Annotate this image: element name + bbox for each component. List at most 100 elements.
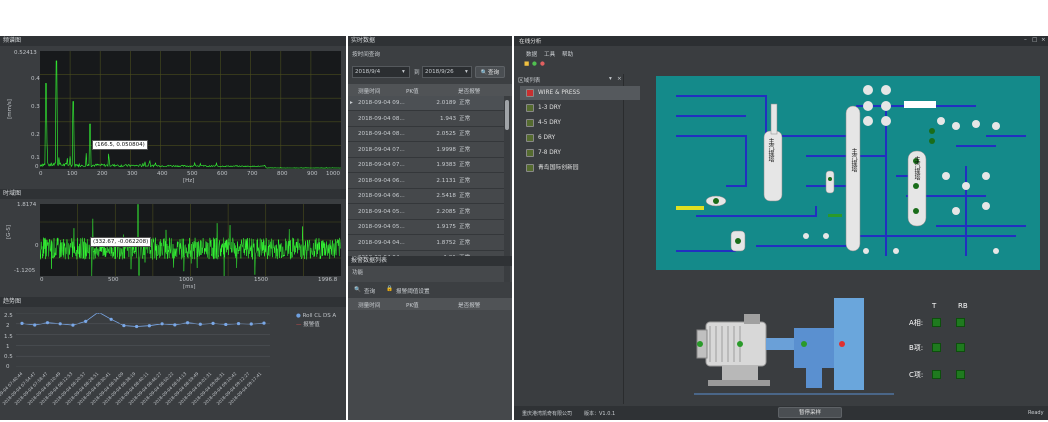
freq-y-unit: [mm/s] bbox=[6, 99, 13, 119]
freq-y-tick: 0.4 bbox=[31, 76, 40, 82]
freq-plot-area[interactable] bbox=[39, 51, 341, 169]
time-x-tick: 1996.8 bbox=[318, 277, 338, 283]
menu-help[interactable]: 帮助 bbox=[562, 50, 573, 58]
freq-panel-title: 频谱图 bbox=[0, 36, 346, 46]
region-status-icon bbox=[526, 89, 534, 97]
lock-icon: 🔒 bbox=[386, 286, 393, 292]
phase-a-label: A相: bbox=[909, 319, 924, 327]
pin-icon[interactable]: ▾ bbox=[609, 76, 612, 82]
col-pk-value[interactable]: PK值 bbox=[406, 87, 419, 95]
freq-x-unit: [Hz] bbox=[183, 178, 195, 184]
region-item[interactable]: 7-8 DRY bbox=[520, 146, 640, 160]
maximize-button[interactable]: □ bbox=[1032, 37, 1037, 43]
freq-x-tick: 1000 bbox=[326, 171, 340, 177]
alarm-table: 测量时间 PK值 是否报警 bbox=[348, 298, 512, 420]
cell-alarm: 正常 bbox=[459, 177, 471, 184]
phase-b-label: B项: bbox=[909, 344, 924, 352]
cell-time: 2018-09-04 04... bbox=[358, 239, 405, 246]
online-titlebar: 在线分析 – □ × bbox=[514, 36, 1048, 46]
date-from-picker[interactable]: 2018/9/4 ▾ bbox=[352, 66, 410, 78]
process-diagram[interactable]: 主汽提塔 主汽提塔 主汽提塔 bbox=[656, 76, 1040, 270]
table-row[interactable]: 2018-09-04 06... 2.1131 正常 bbox=[348, 174, 504, 189]
menu-bar: 数据 工具 帮助 bbox=[514, 48, 1048, 58]
menu-tools[interactable]: 工具 bbox=[544, 50, 555, 58]
freq-panel: 频谱图 0.52413 0.4 0.3 0.2 0.1 0 [mm/s] 0 1… bbox=[0, 36, 346, 188]
search-icon: 🔍 bbox=[354, 287, 361, 293]
region-item-label: 1-3 DRY bbox=[538, 105, 561, 111]
table-row[interactable]: 2018-09-04 05... 1.9175 正常 bbox=[348, 220, 504, 235]
region-item[interactable]: 青岛国际创新园 bbox=[520, 161, 640, 175]
motor-pump-illustration bbox=[694, 298, 894, 395]
table-row[interactable]: 2018-09-04 08... 1.943 正常 bbox=[348, 112, 504, 127]
close-icon[interactable]: × bbox=[617, 76, 622, 82]
scrollbar[interactable] bbox=[504, 96, 510, 282]
alarm-col-alarm[interactable]: 是否报警 bbox=[458, 301, 480, 309]
cell-alarm: 正常 bbox=[459, 162, 471, 168]
col-measure-time[interactable]: 测量时间 bbox=[358, 87, 380, 95]
alarm-query-button[interactable]: 🔍 查询 bbox=[354, 285, 384, 297]
date-from-value: 2018/9/4 bbox=[355, 69, 381, 75]
status-company: 重庆港湾凯奇有限公司 bbox=[522, 411, 573, 417]
date-to-picker[interactable]: 2018/9/26 ▾ bbox=[422, 66, 472, 78]
cell-pk: 1.9998 bbox=[436, 146, 456, 153]
alarm-table-header: 测量时间 PK值 是否报警 bbox=[348, 298, 512, 310]
time-plot-area[interactable] bbox=[39, 204, 342, 277]
menu-data[interactable]: 数据 bbox=[526, 50, 537, 58]
freq-y-max: 0.52413 bbox=[14, 50, 37, 56]
lamp-header-t: T bbox=[932, 302, 937, 310]
time-x-tick: 0 bbox=[40, 277, 44, 283]
alarm-col-time[interactable]: 测量时间 bbox=[358, 301, 380, 309]
cell-pk: 2.5418 bbox=[436, 193, 456, 199]
time-x-tick: 1500 bbox=[254, 277, 268, 283]
freq-x-tick: 600 bbox=[217, 171, 228, 177]
region-item[interactable]: 6 DRY bbox=[520, 131, 640, 145]
alarm-settings-button[interactable]: 🔒 报警阈值设置 bbox=[386, 285, 466, 297]
table-row[interactable]: 2018-09-04 05... 2.2085 正常 bbox=[348, 205, 504, 220]
freq-spectrum-chart bbox=[39, 51, 341, 169]
table-row[interactable]: 2018-09-04 08... 2.0525 正常 bbox=[348, 127, 504, 142]
region-item-label: 7-8 DRY bbox=[538, 150, 561, 156]
query-button[interactable]: 🔍查询 bbox=[475, 66, 505, 78]
trend-panel: 趋势图 2.5 2 1.5 1 0.5 0 ● Roll CL DS A — 报… bbox=[0, 297, 346, 420]
stop-icon[interactable]: ● bbox=[540, 61, 545, 67]
region-item[interactable]: 1-3 DRY bbox=[520, 101, 640, 115]
alarm-settings-label: 报警阈值设置 bbox=[396, 289, 430, 295]
search-icon: 🔍 bbox=[480, 70, 488, 76]
cell-time: 2018-09-04 07... bbox=[358, 162, 405, 168]
online-window: 在线分析 – □ × 数据 工具 帮助 ■ ● ● 区域列表 ▾ × WIRE … bbox=[514, 36, 1048, 420]
status-ready: Ready bbox=[1028, 410, 1044, 416]
freq-x-tick: 300 bbox=[127, 171, 138, 177]
lamp-a-rb bbox=[956, 318, 965, 327]
refresh-icon[interactable]: ● bbox=[532, 61, 537, 67]
table-row[interactable]: 2018-09-04 07... 1.9383 正常 bbox=[348, 158, 504, 173]
table-row[interactable]: 2018-09-04 06... 2.5418 正常 bbox=[348, 189, 504, 204]
realtime-query-label: 按时间查询 bbox=[352, 52, 380, 58]
cell-alarm: 正常 bbox=[459, 146, 471, 153]
col-alarm[interactable]: 是否报警 bbox=[458, 87, 480, 95]
realtime-table: 测量时间 PK值 是否报警 2018-09-04 09... 2.0189 正常 ▸ 2… bbox=[348, 84, 512, 282]
region-item[interactable]: WIRE & PRESS bbox=[520, 86, 640, 100]
chevron-down-icon[interactable]: ▾ bbox=[402, 69, 405, 75]
table-row[interactable]: 2018-09-04 04... 1.8752 正常 bbox=[348, 236, 504, 251]
lamp-a-t bbox=[932, 318, 941, 327]
freq-x-tick: 100 bbox=[67, 171, 78, 177]
region-item[interactable]: 4-5 DRY bbox=[520, 116, 640, 130]
alarm-col-pk[interactable]: PK值 bbox=[406, 301, 419, 309]
region-list-panel: 区域列表 ▾ × WIRE & PRESS 1-3 DRY 4-5 DRY 6 DRY… bbox=[516, 74, 640, 404]
date-to-label: 到 bbox=[414, 70, 420, 76]
folder-icon[interactable]: ■ bbox=[524, 61, 529, 67]
table-row[interactable]: 2018-09-04 09... 2.0189 正常 ▸ bbox=[348, 96, 504, 111]
minimize-button[interactable]: – bbox=[1024, 37, 1027, 43]
table-row[interactable]: 2018-09-04 07... 1.9998 正常 bbox=[348, 143, 504, 158]
time-panel-title: 时域图 bbox=[0, 189, 346, 199]
chevron-down-icon[interactable]: ▾ bbox=[465, 69, 468, 75]
online-title: 在线分析 bbox=[519, 39, 542, 45]
region-item-label: 4-5 DRY bbox=[538, 120, 561, 126]
close-button[interactable]: × bbox=[1041, 37, 1046, 43]
motor-diagram bbox=[694, 298, 894, 398]
time-x-tick: 1000 bbox=[179, 277, 193, 283]
region-item-label: 6 DRY bbox=[538, 135, 556, 141]
phase-c-label: C项: bbox=[909, 371, 924, 379]
cell-pk: 2.0525 bbox=[436, 131, 456, 137]
pause-sampling-button[interactable]: 暂停采样 bbox=[778, 407, 842, 418]
